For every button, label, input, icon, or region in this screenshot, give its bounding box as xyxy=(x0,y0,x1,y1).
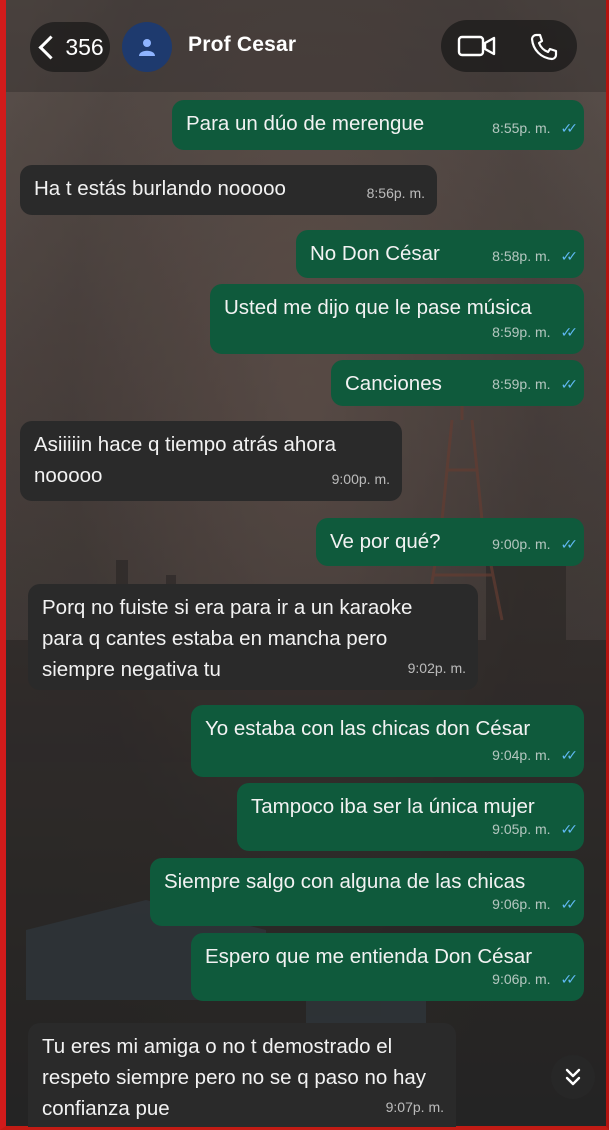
back-button[interactable]: 356 xyxy=(30,22,110,72)
double-chevron-down-icon xyxy=(565,1068,581,1086)
message-meta: 8:56p. m. xyxy=(367,178,425,209)
message-meta: 9:00p. m. ✓✓ xyxy=(492,529,579,560)
video-camera-icon[interactable] xyxy=(457,32,497,60)
message-bubble-outgoing[interactable]: Usted me dijo que le pase música 8:59p. … xyxy=(210,284,584,354)
message-time: 9:04p. m. xyxy=(492,747,551,763)
message-meta: 8:59p. m. ✓✓ xyxy=(492,369,579,400)
person-icon xyxy=(139,39,155,56)
message-time: 9:00p. m. xyxy=(331,471,390,487)
message-time: 9:07p. m. xyxy=(385,1099,444,1115)
message-bubble-outgoing[interactable]: Espero que me entienda Don César 9:06p. … xyxy=(191,933,584,1001)
message-text: Usted me dijo que le pase música xyxy=(224,296,532,319)
message-text: Ha t estás burlando nooooo xyxy=(34,177,286,200)
chevron-left-icon xyxy=(38,34,63,60)
message-meta: 9:00p. m. xyxy=(332,464,390,495)
message-bubble-outgoing[interactable]: Siempre salgo con alguna de las chicas 9… xyxy=(150,858,584,926)
read-receipt-icon: ✓✓ xyxy=(560,324,579,340)
message-time: 8:59p. m. xyxy=(492,376,551,392)
message-time: 9:00p. m. xyxy=(492,536,551,552)
message-text: Yo estaba con las chicas don César xyxy=(205,717,531,740)
read-receipt-icon: ✓✓ xyxy=(560,376,579,392)
message-bubble-outgoing[interactable]: Para un dúo de merengue 8:55p. m. ✓✓ xyxy=(172,100,584,150)
read-receipt-icon: ✓✓ xyxy=(560,536,579,552)
read-receipt-icon: ✓✓ xyxy=(560,120,579,136)
message-text: Espero que me entienda Don César xyxy=(205,945,533,968)
message-text: Tu eres mi amiga o no t demostrado el re… xyxy=(42,1035,427,1120)
message-meta: 9:07p. m. xyxy=(386,1092,444,1123)
scroll-to-bottom-button[interactable] xyxy=(551,1055,595,1099)
phone-icon[interactable] xyxy=(529,32,559,62)
read-receipt-icon: ✓✓ xyxy=(560,747,579,763)
message-meta: 9:06p. m. ✓✓ xyxy=(492,964,579,995)
message-bubble-outgoing[interactable]: Tampoco iba ser la única mujer 9:05p. m.… xyxy=(237,783,584,851)
message-text: Canciones xyxy=(345,372,442,395)
message-time: 9:06p. m. xyxy=(492,896,551,912)
message-meta: 9:06p. m. ✓✓ xyxy=(492,889,579,920)
message-bubble-outgoing[interactable]: Canciones 8:59p. m. ✓✓ xyxy=(331,360,584,406)
message-time: 8:56p. m. xyxy=(366,185,425,201)
contact-name[interactable]: Prof Cesar xyxy=(188,33,296,57)
read-receipt-icon: ✓✓ xyxy=(560,821,579,837)
message-time: 8:59p. m. xyxy=(492,324,551,340)
message-bubble-outgoing[interactable]: No Don César 8:58p. m. ✓✓ xyxy=(296,230,584,278)
message-text: No Don César xyxy=(310,242,440,265)
avatar[interactable] xyxy=(122,22,172,72)
message-text: Ve por qué? xyxy=(330,530,441,553)
call-actions xyxy=(441,20,577,72)
message-text: Para un dúo de merengue xyxy=(186,112,425,135)
read-receipt-icon: ✓✓ xyxy=(560,896,579,912)
message-text: Siempre salgo con alguna de las chicas xyxy=(164,870,526,893)
message-time: 8:58p. m. xyxy=(492,248,551,264)
message-meta: 9:02p. m. xyxy=(408,653,466,684)
message-time: 9:06p. m. xyxy=(492,971,551,987)
message-time: 9:05p. m. xyxy=(492,821,551,837)
message-bubble-outgoing[interactable]: Yo estaba con las chicas don César 9:04p… xyxy=(191,705,584,777)
message-text: Porq no fuiste si era para ir a un karao… xyxy=(42,596,413,681)
message-bubble-incoming[interactable]: Porq no fuiste si era para ir a un karao… xyxy=(28,584,478,690)
message-bubble-incoming[interactable]: Asiiiiin hace q tiempo atrás ahora noooo… xyxy=(20,421,402,501)
message-time: 9:02p. m. xyxy=(407,660,466,676)
chat-header: 356 Prof Cesar xyxy=(6,0,606,92)
message-meta: 8:55p. m. ✓✓ xyxy=(492,113,579,144)
read-receipt-icon: ✓✓ xyxy=(560,248,579,264)
message-meta: 8:58p. m. ✓✓ xyxy=(492,241,579,272)
message-bubble-incoming[interactable]: Ha t estás burlando nooooo 8:56p. m. xyxy=(20,165,437,215)
message-bubble-outgoing[interactable]: Ve por qué? 9:00p. m. ✓✓ xyxy=(316,518,584,566)
message-bubble-incoming[interactable]: Tu eres mi amiga o no t demostrado el re… xyxy=(28,1023,456,1127)
message-text: Asiiiiin hace q tiempo atrás ahora noooo… xyxy=(34,433,336,487)
message-meta: 9:04p. m. ✓✓ xyxy=(492,740,579,771)
read-receipt-icon: ✓✓ xyxy=(560,971,579,987)
message-time: 8:55p. m. xyxy=(492,120,551,136)
message-meta: 9:05p. m. ✓✓ xyxy=(492,814,579,845)
unread-count: 356 xyxy=(65,33,104,60)
message-meta: 8:59p. m. ✓✓ xyxy=(492,317,579,348)
